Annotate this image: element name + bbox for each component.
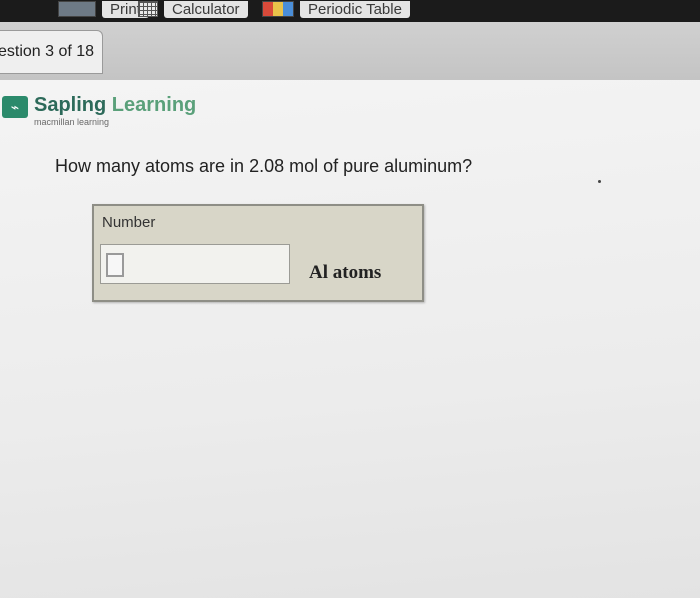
periodic-table-icon <box>262 1 294 17</box>
question-nav-bar: estion 3 of 18 <box>0 22 700 81</box>
calculator-button[interactable]: Calculator <box>138 0 248 18</box>
question-tab[interactable]: estion 3 of 18 <box>0 30 103 74</box>
unit-label: Al atoms <box>309 262 382 283</box>
brand-name-part1: Sapling <box>34 94 107 116</box>
calculator-label: Calculator <box>164 0 248 18</box>
stray-dot <box>598 180 601 183</box>
number-input[interactable] <box>100 244 290 284</box>
printer-icon <box>58 1 96 17</box>
answer-box: Number Al atoms <box>92 204 424 302</box>
number-label: Number <box>102 214 156 231</box>
print-button[interactable]: Print <box>58 0 149 18</box>
brand-header: ⌁ Sapling Learning macmillan learning <box>2 94 196 127</box>
input-cursor-box <box>106 253 124 277</box>
brand-name: Sapling Learning <box>34 94 196 116</box>
brand-subtitle: macmillan learning <box>34 117 110 127</box>
question-counter: estion 3 of 18 <box>0 43 95 60</box>
question-text: How many atoms are in 2.08 mol of pure a… <box>55 156 473 176</box>
question-panel: ⌁ Sapling Learning macmillan learning Ho… <box>0 80 700 598</box>
tool-bar: Print Calculator Periodic Table <box>0 0 700 22</box>
calculator-icon <box>138 1 158 17</box>
sapling-logo-icon: ⌁ <box>2 96 28 118</box>
periodic-table-label: Periodic Table <box>300 0 410 18</box>
periodic-table-button[interactable]: Periodic Table <box>262 0 410 18</box>
brand-name-part2: Learning <box>111 94 197 116</box>
